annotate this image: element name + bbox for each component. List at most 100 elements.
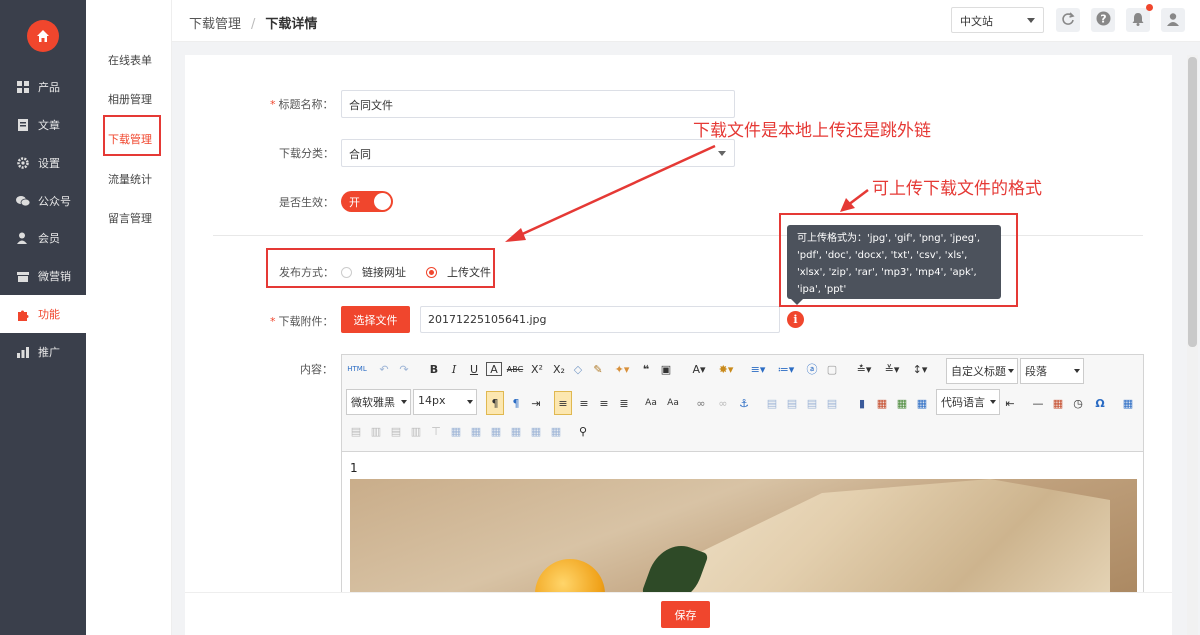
radio-link-url[interactable]: 链接网址 xyxy=(341,264,406,280)
unordered-list-icon[interactable]: ≔▾ xyxy=(774,359,798,379)
home-icon[interactable] xyxy=(27,20,59,52)
redo-icon[interactable]: ↷ xyxy=(396,359,412,379)
eraser-icon[interactable]: ◇ xyxy=(570,359,586,379)
background-color-icon[interactable]: ✸▾ xyxy=(714,359,738,379)
date-icon[interactable]: ▦ xyxy=(1050,393,1066,413)
map-icon[interactable]: ▦ xyxy=(894,393,910,413)
rtl-direction-icon[interactable]: ¶ xyxy=(508,393,524,413)
strikethrough-icon[interactable]: ABC xyxy=(506,359,524,379)
superscript-icon[interactable]: X² xyxy=(528,359,546,379)
align-right-icon[interactable]: ≡ xyxy=(596,393,612,413)
image-right-icon[interactable]: ▤ xyxy=(784,393,800,413)
sidebar-item-members[interactable]: 会员 xyxy=(0,219,86,257)
special-char-icon[interactable]: Ω xyxy=(1092,393,1108,413)
subnav-item-messages[interactable]: 留言管理 xyxy=(108,210,152,226)
time-icon[interactable]: ◷ xyxy=(1070,393,1086,413)
paragraph-select[interactable]: 段落 xyxy=(1020,358,1084,384)
image-left-icon[interactable]: ▤ xyxy=(764,393,780,413)
account-button[interactable] xyxy=(1161,8,1185,32)
sidebar-item-marketing[interactable]: 微营销 xyxy=(0,257,86,295)
indent-icon[interactable]: ⇥ xyxy=(528,393,544,413)
sidebar-item-articles[interactable]: 文章 xyxy=(0,106,86,144)
breadcrumb-parent[interactable]: 下载管理 xyxy=(189,17,241,32)
font-size-select[interactable]: 14px xyxy=(413,389,477,415)
table-delete-col-icon[interactable]: ▥ xyxy=(408,421,424,441)
radio-upload-file[interactable]: 上传文件 xyxy=(426,264,491,280)
heading-select[interactable]: 自定义标题 xyxy=(946,358,1018,384)
html-source-icon[interactable]: HTML xyxy=(346,359,368,379)
subnav-item-online-form[interactable]: 在线表单 xyxy=(108,52,152,68)
ordered-list-icon[interactable]: ≡▾ xyxy=(746,359,770,379)
row-spacing-top-icon[interactable]: ≛▾ xyxy=(852,359,876,379)
sidebar-item-functions[interactable]: 功能 xyxy=(0,295,86,333)
table-split-icon[interactable]: ⊤ xyxy=(428,421,444,441)
italic-icon[interactable]: I xyxy=(446,359,462,379)
sidebar-item-wechat[interactable]: 公众号 xyxy=(0,182,86,220)
video-icon[interactable]: ▮ xyxy=(854,393,870,413)
lowercase-icon[interactable]: Aa xyxy=(664,393,682,413)
align-center-icon[interactable]: ≡ xyxy=(576,393,592,413)
refresh-button[interactable] xyxy=(1056,8,1080,32)
category-select-value: 合同 xyxy=(349,148,371,161)
table-insert-row-icon[interactable]: ▤ xyxy=(348,421,364,441)
select-all-icon[interactable]: ⓐ xyxy=(804,359,820,379)
site-select[interactable]: 中文站 xyxy=(951,7,1044,33)
link-icon[interactable]: ∞ xyxy=(692,393,710,413)
table-delete-row-icon[interactable]: ▤ xyxy=(388,421,404,441)
search-replace-icon[interactable]: ⚲ xyxy=(574,421,592,441)
title-input[interactable]: 合同文件 xyxy=(341,90,735,118)
enabled-toggle[interactable]: 开 xyxy=(341,191,393,212)
row-spacing-bottom-icon[interactable]: ≚▾ xyxy=(880,359,904,379)
unlink-icon[interactable]: ∞ xyxy=(714,393,732,413)
auto-format-icon[interactable]: ✦▾ xyxy=(610,359,634,379)
subnav-item-album[interactable]: 相册管理 xyxy=(108,91,152,107)
table-split-cells-icon[interactable]: ▦ xyxy=(508,421,524,441)
notification-button[interactable] xyxy=(1126,8,1150,32)
blockquote-icon[interactable]: ❝ xyxy=(638,359,654,379)
rich-text-editor[interactable]: HTML ↶ ↷ B I U A ABC X² X₂ ◇ ✎ ✦▾ ❝ ▣ A▾… xyxy=(341,354,1144,594)
underline-icon[interactable]: U xyxy=(466,359,482,379)
font-color-icon[interactable]: A▾ xyxy=(688,359,710,379)
sidebar-item-promotion[interactable]: 推广 xyxy=(0,333,86,371)
bold-icon[interactable]: B xyxy=(426,359,442,379)
image-center-icon[interactable]: ▤ xyxy=(824,393,840,413)
sidebar-item-settings[interactable]: 设置 xyxy=(0,144,86,182)
table-split-cols-icon[interactable]: ▦ xyxy=(548,421,564,441)
sidebar-item-products[interactable]: 产品 xyxy=(0,68,86,106)
page-break-icon[interactable]: ⇤ xyxy=(1002,393,1018,413)
scrollbar[interactable] xyxy=(1187,55,1198,635)
table-insert-col-icon[interactable]: ▥ xyxy=(368,421,384,441)
anchor-icon[interactable]: ⚓ xyxy=(736,393,752,413)
table-merge-right-icon[interactable]: ▦ xyxy=(468,421,484,441)
editor-content-area[interactable]: 1 xyxy=(342,453,1143,593)
category-select[interactable]: 合同 xyxy=(341,139,735,167)
align-left-icon[interactable]: ≡ xyxy=(554,391,572,415)
title-label: * 标题名称： xyxy=(270,98,334,111)
format-painter-icon[interactable]: ✎ xyxy=(590,359,606,379)
subnav-item-traffic[interactable]: 流量统计 xyxy=(108,171,152,187)
code-language-select[interactable]: 代码语言 xyxy=(936,389,1000,415)
horizontal-rule-icon[interactable]: — xyxy=(1030,393,1046,413)
undo-icon[interactable]: ↶ xyxy=(376,359,392,379)
attachment-icon[interactable]: ▦ xyxy=(914,393,930,413)
border-icon[interactable]: A xyxy=(486,362,502,376)
clear-doc-icon[interactable]: ▢ xyxy=(824,359,840,379)
table-merge-cells-icon[interactable]: ▦ xyxy=(448,421,464,441)
image-icon[interactable]: ▦ xyxy=(874,393,890,413)
save-button[interactable]: 保存 xyxy=(661,601,710,628)
align-justify-icon[interactable]: ≣ xyxy=(616,393,632,413)
help-button[interactable]: ? xyxy=(1091,8,1115,32)
scrollbar-thumb[interactable] xyxy=(1188,57,1197,347)
table-split-rows-icon[interactable]: ▦ xyxy=(528,421,544,441)
insert-table-icon[interactable]: ▦ xyxy=(1120,393,1136,413)
table-merge-down-icon[interactable]: ▦ xyxy=(488,421,504,441)
choose-file-button[interactable]: 选择文件 xyxy=(341,306,410,333)
font-family-select[interactable]: 微软雅黑 xyxy=(346,389,411,415)
uppercase-icon[interactable]: Aa xyxy=(642,393,660,413)
info-icon[interactable]: i xyxy=(787,311,804,328)
subscript-icon[interactable]: X₂ xyxy=(550,359,568,379)
paste-text-icon[interactable]: ▣ xyxy=(658,359,674,379)
ltr-direction-icon[interactable]: ¶ xyxy=(486,391,504,415)
line-height-icon[interactable]: ↕▾ xyxy=(908,359,932,379)
image-none-icon[interactable]: ▤ xyxy=(804,393,820,413)
